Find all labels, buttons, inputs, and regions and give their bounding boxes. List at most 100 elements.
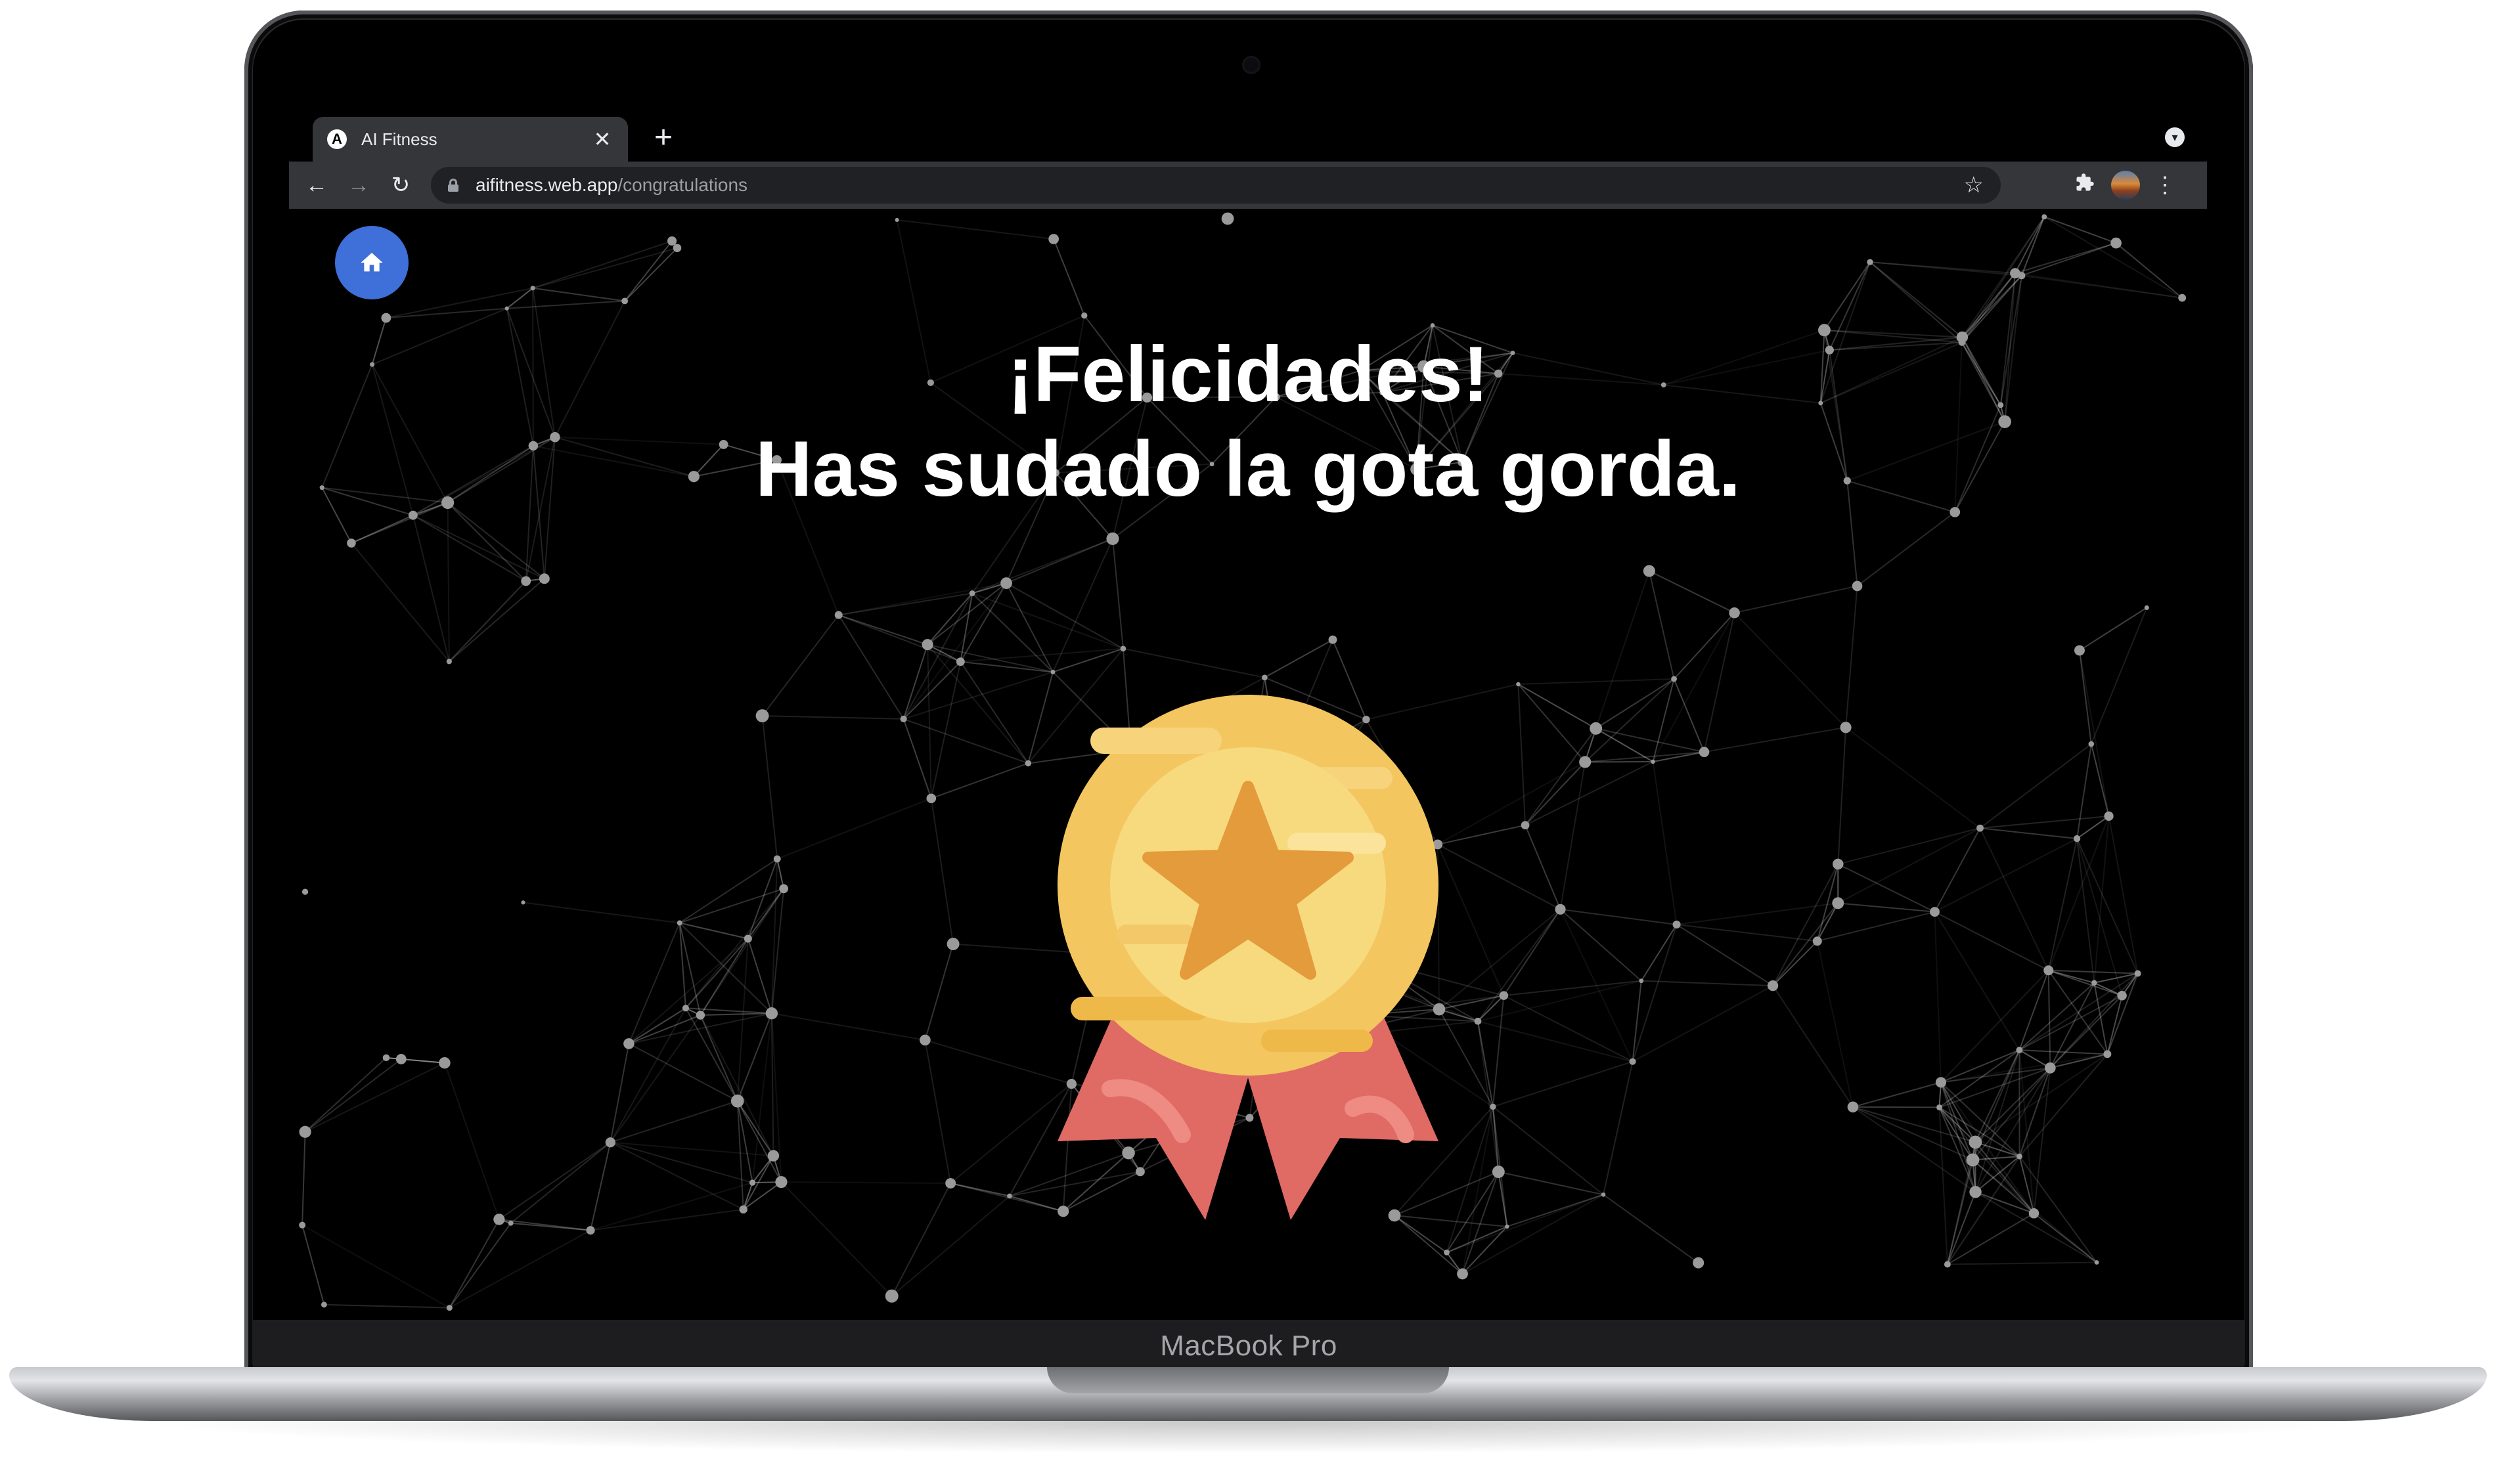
network-node [2088, 741, 2095, 747]
network-node [521, 576, 531, 586]
network-node [1048, 234, 1059, 244]
forward-button[interactable]: → [340, 167, 377, 204]
network-node [926, 793, 937, 804]
network-node [1847, 1101, 1859, 1113]
network-node [530, 286, 535, 291]
puzzle-icon [2076, 173, 2094, 191]
tab-strip: A AI Fitness ✕ + ▾ [289, 112, 2207, 162]
network-node [922, 639, 933, 651]
network-node [1499, 991, 1509, 1000]
network-node [539, 573, 550, 584]
network-node [1671, 676, 1677, 682]
home-button[interactable] [335, 226, 409, 299]
network-node [667, 236, 677, 246]
home-icon [361, 253, 383, 272]
network-node [446, 1305, 453, 1311]
forward-arrow-icon: → [347, 173, 370, 198]
network-node [947, 938, 960, 951]
network-node [1106, 532, 1119, 545]
network-node [508, 1220, 514, 1226]
network-node [1328, 635, 1337, 644]
heading-line-2: Has sudado la gota gorda. [755, 425, 1741, 513]
browser-window: A AI Fitness ✕ + ▾ ← → ↻ aifitness.web.a… [289, 112, 2207, 1319]
network-node [1833, 858, 1844, 870]
network-node [895, 217, 899, 222]
new-tab-button[interactable]: + [644, 118, 683, 158]
network-node [586, 1226, 595, 1235]
network-node [1457, 1268, 1468, 1280]
browser-menu-button[interactable]: ⋮ [2152, 167, 2178, 204]
network-node [1000, 577, 1012, 589]
network-node [1444, 1250, 1450, 1255]
network-node [1492, 1166, 1505, 1178]
network-node [1555, 904, 1566, 915]
network-node [945, 1178, 956, 1189]
url-path: /congratulations [617, 175, 748, 195]
network-node [1936, 1104, 1942, 1110]
network-node [1516, 682, 1521, 687]
extensions-button[interactable] [2066, 167, 2103, 204]
network-node [395, 1054, 407, 1064]
network-node [1643, 565, 1655, 577]
congratulations-heading: ¡Felicidades! Has sudado la gota gorda. [289, 327, 2207, 516]
network-node [1969, 1135, 1982, 1149]
laptop-shadow [131, 1421, 2365, 1454]
network-node [299, 1221, 306, 1229]
network-node [673, 244, 682, 253]
address-bar[interactable]: aifitness.web.app /congratulations ☆ [431, 167, 2001, 204]
network-node [1672, 921, 1681, 929]
back-button[interactable]: ← [298, 167, 335, 204]
network-node [749, 1179, 756, 1186]
network-node [1521, 821, 1530, 830]
network-node [956, 657, 965, 666]
network-node [744, 934, 752, 943]
network-node [2028, 1208, 2039, 1219]
heading-line-1: ¡Felicidades! [1007, 330, 1489, 418]
network-node [1505, 1224, 1509, 1229]
network-node [1930, 907, 1940, 917]
network-node [1629, 1058, 1636, 1065]
network-node [1261, 674, 1268, 681]
reload-button[interactable]: ↻ [382, 167, 419, 204]
profile-avatar[interactable] [2111, 171, 2140, 200]
network-node [1699, 747, 1710, 758]
reload-icon: ↻ [391, 173, 411, 198]
tab-search-button[interactable]: ▾ [2165, 127, 2185, 147]
network-node [677, 920, 682, 926]
network-node [1639, 978, 1644, 984]
network-node [1490, 1103, 1496, 1110]
network-node [2104, 811, 2114, 821]
network-node [765, 1007, 778, 1020]
network-node [1050, 670, 1056, 674]
network-node [969, 590, 975, 596]
network-node [773, 855, 781, 863]
network-node [1944, 1261, 1951, 1268]
network-node [755, 709, 769, 723]
network-node [1832, 897, 1844, 909]
network-node [2044, 1062, 2056, 1074]
congratulations-page: ¡Felicidades! Has sudado la gota gorda. [289, 209, 2207, 1319]
network-node [1651, 759, 1655, 764]
network-node [2103, 1050, 2112, 1058]
network-node [1969, 1186, 1982, 1198]
network-node [381, 313, 391, 323]
lock-icon [448, 179, 458, 192]
browser-toolbar: ← → ↻ aifitness.web.app /congratulations… [289, 162, 2207, 209]
close-icon[interactable]: ✕ [591, 127, 613, 152]
network-node [605, 1137, 615, 1148]
network-node [730, 1094, 744, 1108]
network-node [301, 888, 309, 895]
network-node [775, 1176, 788, 1189]
tab-ai-fitness[interactable]: A AI Fitness ✕ [313, 117, 628, 162]
network-node [1812, 936, 1822, 946]
network-node [696, 1011, 705, 1020]
network-node [299, 1125, 311, 1138]
screen-chin: MacBook Pro [253, 1320, 2244, 1372]
star-icon[interactable]: ☆ [1964, 172, 1984, 198]
network-node [2134, 970, 2141, 977]
network-node [2010, 268, 2020, 278]
network-node [347, 538, 356, 548]
network-node [1081, 312, 1088, 319]
network-node [2091, 980, 2097, 986]
camera [1244, 58, 1259, 72]
